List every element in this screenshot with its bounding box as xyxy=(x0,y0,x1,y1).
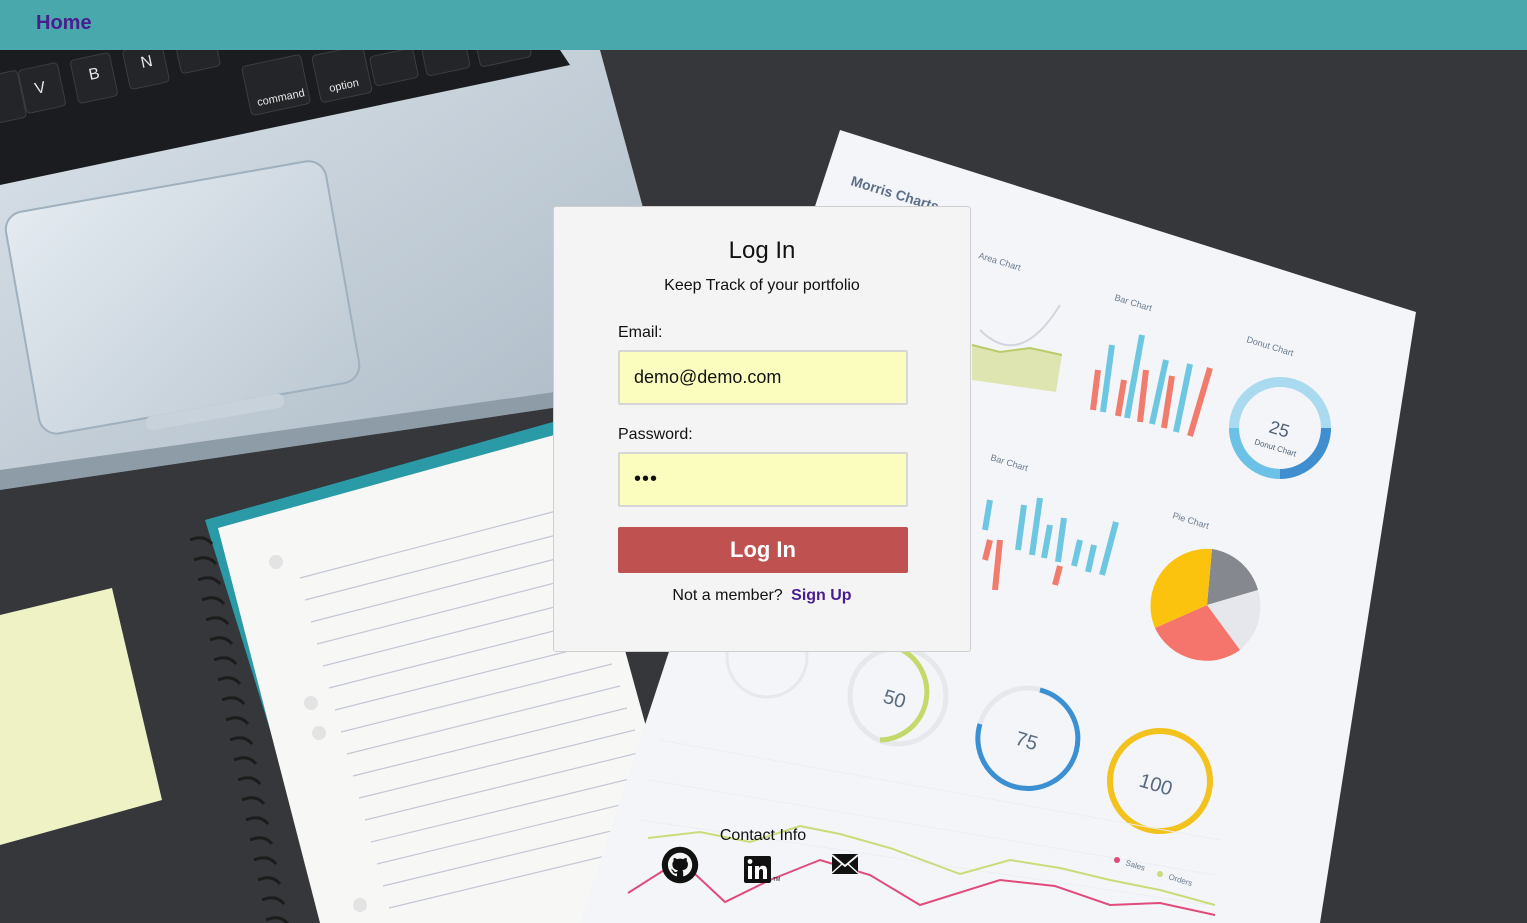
password-field[interactable] xyxy=(618,452,908,507)
email-field[interactable] xyxy=(618,350,908,405)
email-label: Email: xyxy=(618,324,663,341)
login-title: Log In xyxy=(728,237,796,264)
nav-home-link[interactable]: Home xyxy=(36,12,92,35)
signup-prompt: Not a member? xyxy=(672,587,783,604)
login-button[interactable]: Log In xyxy=(618,527,908,573)
password-label: Password: xyxy=(618,426,693,443)
svg-text:TM: TM xyxy=(773,877,780,883)
github-icon[interactable] xyxy=(661,846,699,889)
email-icon[interactable] xyxy=(831,853,859,880)
linkedin-icon[interactable]: TM xyxy=(744,855,782,890)
signup-link[interactable]: Sign Up xyxy=(791,587,851,604)
login-card: Log In Keep Track of your portfolio Emai… xyxy=(553,206,971,652)
signup-row: Not a member? Sign Up xyxy=(554,587,970,605)
contact-info-title: Contact Info xyxy=(719,827,807,844)
top-navbar: Home xyxy=(0,0,1527,50)
login-subtitle: Keep Track of your portfolio xyxy=(664,277,860,294)
